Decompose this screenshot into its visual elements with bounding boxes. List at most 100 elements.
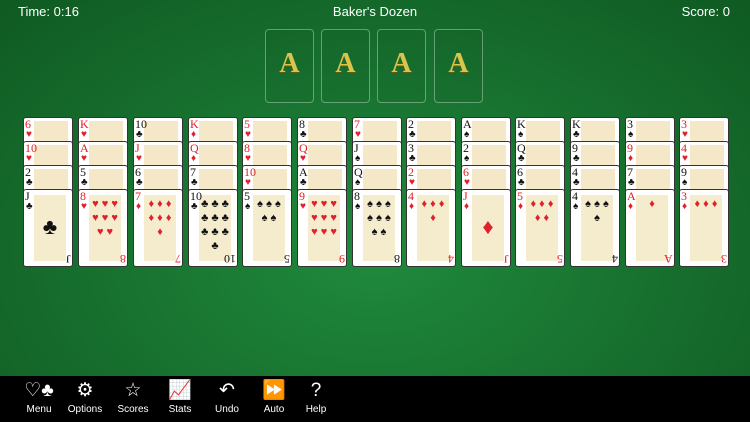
card-suit-icon: ♣ — [26, 177, 33, 188]
card-face — [89, 145, 123, 165]
undo-arrow-icon: ↶ — [219, 380, 235, 401]
card-face — [308, 121, 342, 141]
card[interactable]: J ♦ ♦ J — [461, 189, 511, 267]
card-suit-icon: ♥ — [136, 153, 142, 164]
game-title: Baker's Dozen — [332, 4, 418, 19]
foundation-4[interactable]: A — [434, 29, 483, 103]
card[interactable]: 4 ♦ ♦ ♦ ♦ ♦ 4 — [406, 189, 456, 267]
options-button[interactable]: ⚙ Options — [61, 380, 109, 415]
scores-button[interactable]: ☆ Scores — [109, 380, 157, 415]
card-pips: ♦ ♦ ♦ — [694, 198, 718, 210]
card-face — [636, 121, 670, 141]
card-suit-icon: ♣ — [136, 129, 143, 140]
card-face — [199, 145, 233, 165]
card-suit-icon: ♥ — [81, 153, 87, 164]
tableau-column-5[interactable]: 5 ♥ 8 ♥ 10 ♥ 5 ♠ ♠ ♠ ♠ ♠ ♠ 5 — [242, 117, 292, 267]
card-rank-bottom: 5 — [557, 252, 563, 266]
card-pips: ♦ ♦ ♦ ♦ ♦ — [530, 198, 554, 224]
tableau-column-3[interactable]: 10 ♣ J ♥ 6 ♣ 7 ♦ ♦ ♦ ♦ ♦ ♦ ♦ ♦ 7 — [133, 117, 183, 267]
foundation-3[interactable]: A — [377, 29, 426, 103]
card-face — [89, 169, 123, 189]
card-pips: ♠ ♠ ♠ ♠ ♠ ♠ ♠ ♠ — [367, 198, 391, 238]
scores-star-icon: ☆ — [124, 380, 142, 401]
card[interactable]: J ♣ ♣ J — [23, 189, 73, 267]
card-face — [472, 145, 506, 165]
card[interactable]: 7 ♦ ♦ ♦ ♦ ♦ ♦ ♦ ♦ 7 — [133, 189, 183, 267]
card-suit-icon: ♦ — [191, 153, 197, 164]
tableau-column-10[interactable]: K ♠ Q ♣ 6 ♣ 5 ♦ ♦ ♦ ♦ ♦ ♦ 5 — [515, 117, 565, 267]
card[interactable]: A ♦ ♦ A — [625, 189, 675, 267]
card-suit-icon: ♠ — [464, 129, 470, 140]
tableau-column-8[interactable]: 2 ♣ 3 ♣ 2 ♥ 4 ♦ ♦ ♦ ♦ ♦ 4 — [406, 117, 456, 267]
toolbar-label: Auto — [263, 404, 285, 415]
card-pips: ♥ ♥ ♥ ♥ ♥ ♥ ♥ ♥ — [92, 198, 118, 238]
card-suit-icon: ♣ — [81, 177, 88, 188]
card-face — [690, 145, 724, 165]
stats-chart-icon: 📈 — [168, 380, 192, 401]
card-suit-icon: ♠ — [518, 129, 524, 140]
card-face — [363, 169, 397, 189]
card-rank-bottom: J — [504, 252, 509, 266]
card-face — [144, 145, 178, 165]
card-suit-icon: ♦ — [628, 153, 634, 164]
card-suit-icon: ♥ — [682, 129, 688, 140]
card[interactable]: 5 ♦ ♦ ♦ ♦ ♦ ♦ 5 — [515, 189, 565, 267]
auto-button[interactable]: ⏩ Auto — [250, 380, 298, 415]
card-face — [417, 169, 451, 189]
card-suit-icon: ♥ — [300, 153, 306, 164]
tableau-column-7[interactable]: 7 ♥ J ♠ Q ♠ 8 ♠ ♠ ♠ ♠ ♠ ♠ ♠ ♠ ♠ 8 — [352, 117, 402, 267]
toolbar-label: Undo — [215, 404, 239, 415]
foundation-1[interactable]: A — [265, 29, 314, 103]
card[interactable]: 8 ♠ ♠ ♠ ♠ ♠ ♠ ♠ ♠ ♠ 8 — [352, 189, 402, 267]
card-face — [636, 145, 670, 165]
card-rank-bottom: J — [66, 252, 71, 266]
card-suit-icon: ♣ — [191, 201, 198, 212]
card-rank-bottom: A — [664, 252, 673, 266]
help-button[interactable]: ? Help — [292, 380, 340, 415]
foundation-card: A — [335, 48, 356, 79]
tableau-column-13[interactable]: 3 ♥ 4 ♥ 9 ♠ 3 ♦ ♦ ♦ ♦ 3 — [679, 117, 729, 267]
card-suit-icon: ♠ — [355, 153, 361, 164]
card[interactable]: 5 ♠ ♠ ♠ ♠ ♠ ♠ 5 — [242, 189, 292, 267]
card-face — [308, 145, 342, 165]
card-face — [690, 169, 724, 189]
tableau-column-6[interactable]: 8 ♣ Q ♥ A ♣ 9 ♥ ♥ ♥ ♥ ♥ ♥ ♥ ♥ ♥ ♥ 9 — [297, 117, 347, 267]
card-face — [144, 169, 178, 189]
card-pips: ♦ ♦ ♦ ♦ ♦ ♦ ♦ — [148, 198, 172, 238]
tableau-column-9[interactable]: A ♠ 2 ♠ 6 ♥ J ♦ ♦ J — [461, 117, 511, 267]
card-suit-icon: ♥ — [26, 153, 32, 164]
card-rank-bottom: 10 — [224, 252, 236, 266]
card-face — [690, 121, 724, 141]
tableau-column-2[interactable]: K ♥ A ♥ 5 ♣ 8 ♥ ♥ ♥ ♥ ♥ ♥ ♥ ♥ ♥ 8 — [78, 117, 128, 267]
foundation-2[interactable]: A — [321, 29, 370, 103]
card-suit-icon: ♥ — [81, 201, 87, 212]
card-suit-icon: ♣ — [628, 177, 635, 188]
card-face — [526, 145, 560, 165]
card[interactable]: 10 ♣ ♣ ♣ ♣ ♣ ♣ ♣ ♣ ♣ ♣ ♣ 10 — [188, 189, 238, 267]
card-suit-icon: ♥ — [245, 129, 251, 140]
card-suit-icon: ♣ — [300, 177, 307, 188]
card-suit-icon: ♦ — [628, 201, 634, 212]
help-question-icon: ? — [310, 380, 322, 401]
card-rank-bottom: 8 — [120, 252, 126, 266]
tableau-column-12[interactable]: 3 ♠ 9 ♦ 7 ♣ A ♦ ♦ A — [625, 117, 675, 267]
card-suit-icon: ♠ — [682, 177, 688, 188]
menu-button[interactable]: ♡♣ Menu — [15, 380, 63, 415]
stats-button[interactable]: 📈 Stats — [156, 380, 204, 415]
card-rank-bottom: 5 — [284, 252, 290, 266]
card[interactable]: 8 ♥ ♥ ♥ ♥ ♥ ♥ ♥ ♥ ♥ 8 — [78, 189, 128, 267]
tableau-column-11[interactable]: K ♣ 9 ♣ 4 ♣ 4 ♠ ♠ ♠ ♠ ♠ 4 — [570, 117, 620, 267]
tableau-column-4[interactable]: K ♦ Q ♦ 7 ♣ 10 ♣ ♣ ♣ ♣ ♣ ♣ ♣ ♣ ♣ ♣ ♣ 10 — [188, 117, 238, 267]
options-gear-icon: ⚙ — [76, 380, 94, 401]
card-pips: ♦ ♦ ♦ ♦ — [421, 198, 445, 224]
card-suit-icon: ♣ — [409, 129, 416, 140]
card[interactable]: 9 ♥ ♥ ♥ ♥ ♥ ♥ ♥ ♥ ♥ ♥ 9 — [297, 189, 347, 267]
card[interactable]: 4 ♠ ♠ ♠ ♠ ♠ 4 — [570, 189, 620, 267]
undo-button[interactable]: ↶ Undo — [203, 380, 251, 415]
card[interactable]: 3 ♦ ♦ ♦ ♦ 3 — [679, 189, 729, 267]
card-suit-icon: ♣ — [573, 153, 580, 164]
card-rank-bottom: 4 — [612, 252, 618, 266]
card-face — [417, 145, 451, 165]
toolbar-label: Stats — [168, 404, 192, 415]
tableau-column-1[interactable]: 6 ♥ 10 ♥ 2 ♣ J ♣ ♣ J — [23, 117, 73, 267]
